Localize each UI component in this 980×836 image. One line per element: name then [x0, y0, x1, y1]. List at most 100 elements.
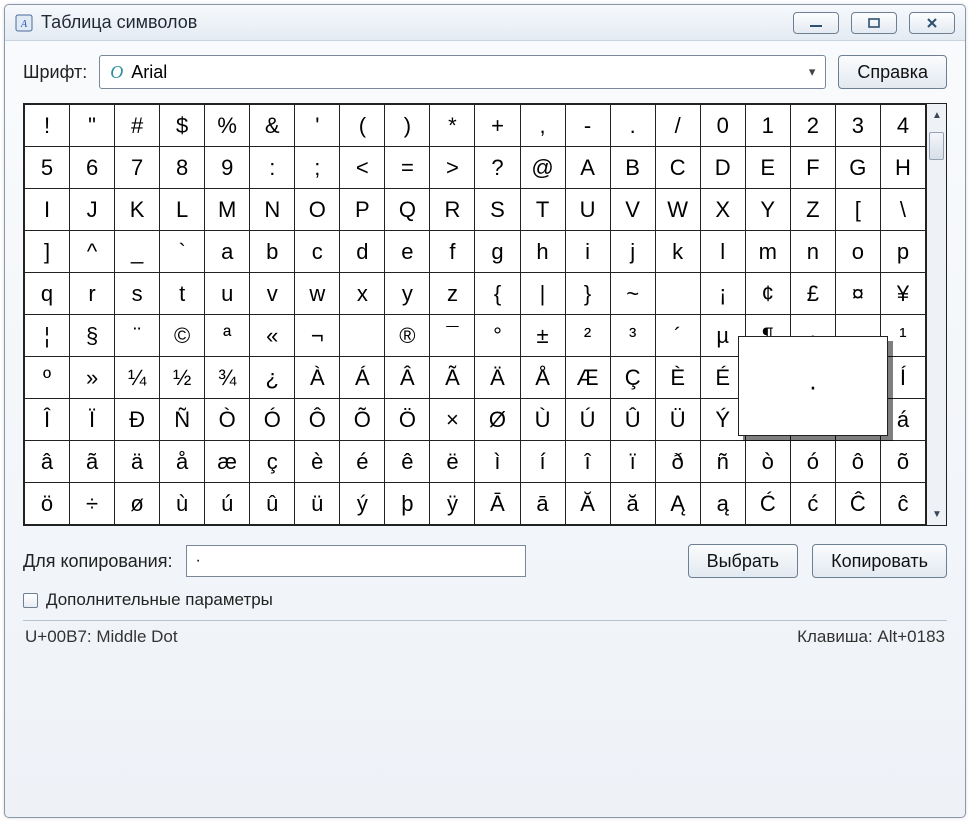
char-cell[interactable]: 5	[25, 147, 70, 189]
char-cell[interactable]: S	[475, 189, 520, 231]
char-cell[interactable]: ^	[70, 231, 115, 273]
char-cell[interactable]: -	[565, 105, 610, 147]
char-cell[interactable]: ý	[340, 483, 385, 525]
char-cell[interactable]: ¥	[880, 273, 925, 315]
char-cell[interactable]: ø	[115, 483, 160, 525]
char-cell[interactable]: P	[340, 189, 385, 231]
char-cell[interactable]: Õ	[340, 399, 385, 441]
char-cell[interactable]: Ā	[475, 483, 520, 525]
char-cell[interactable]: ¦	[25, 315, 70, 357]
char-cell[interactable]: Ð	[115, 399, 160, 441]
char-cell[interactable]: .	[610, 105, 655, 147]
char-cell[interactable]: Q	[385, 189, 430, 231]
char-cell[interactable]: ā	[520, 483, 565, 525]
char-cell[interactable]: X	[700, 189, 745, 231]
char-cell[interactable]: E	[745, 147, 790, 189]
char-cell[interactable]: Ö	[385, 399, 430, 441]
char-cell[interactable]: l	[700, 231, 745, 273]
char-cell[interactable]: s	[115, 273, 160, 315]
char-cell[interactable]: È	[655, 357, 700, 399]
char-cell[interactable]: Ô	[295, 399, 340, 441]
char-cell[interactable]: ×	[430, 399, 475, 441]
char-cell[interactable]: Ä	[475, 357, 520, 399]
char-cell[interactable]: t	[160, 273, 205, 315]
char-cell[interactable]: 9	[205, 147, 250, 189]
char-cell[interactable]: ª	[205, 315, 250, 357]
char-cell[interactable]: j	[610, 231, 655, 273]
char-cell[interactable]: ?	[475, 147, 520, 189]
char-cell[interactable]: ¡	[700, 273, 745, 315]
char-cell[interactable]: i	[565, 231, 610, 273]
copy-input[interactable]	[186, 545, 526, 577]
char-cell[interactable]: d	[340, 231, 385, 273]
char-cell[interactable]: ÿ	[430, 483, 475, 525]
char-cell[interactable]: 2	[790, 105, 835, 147]
char-cell[interactable]: %	[205, 105, 250, 147]
char-cell[interactable]: g	[475, 231, 520, 273]
char-cell[interactable]: V	[610, 189, 655, 231]
char-cell[interactable]: ó	[790, 441, 835, 483]
char-cell[interactable]: Ü	[655, 399, 700, 441]
char-cell[interactable]: )	[385, 105, 430, 147]
help-button[interactable]: Справка	[838, 55, 947, 89]
char-cell[interactable]: æ	[205, 441, 250, 483]
char-cell[interactable]: ;	[295, 147, 340, 189]
char-cell[interactable]: T	[520, 189, 565, 231]
char-cell[interactable]: <	[340, 147, 385, 189]
char-cell[interactable]: Ò	[205, 399, 250, 441]
char-cell[interactable]: Ø	[475, 399, 520, 441]
char-cell[interactable]: +	[475, 105, 520, 147]
char-cell[interactable]: L	[160, 189, 205, 231]
char-cell[interactable]: #	[115, 105, 160, 147]
char-cell[interactable]: Á	[340, 357, 385, 399]
char-cell[interactable]: 8	[160, 147, 205, 189]
char-cell[interactable]: ¯	[430, 315, 475, 357]
char-cell[interactable]: ³	[610, 315, 655, 357]
char-cell[interactable]: @	[520, 147, 565, 189]
char-cell[interactable]: ¢	[745, 273, 790, 315]
char-cell[interactable]: b	[250, 231, 295, 273]
char-cell[interactable]: n	[790, 231, 835, 273]
char-cell[interactable]: â	[25, 441, 70, 483]
char-cell[interactable]: 0	[700, 105, 745, 147]
char-cell[interactable]: è	[295, 441, 340, 483]
char-cell[interactable]: ï	[610, 441, 655, 483]
char-cell[interactable]: º	[25, 357, 70, 399]
char-cell[interactable]: Ą	[655, 483, 700, 525]
char-cell[interactable]: U	[565, 189, 610, 231]
char-cell[interactable]: ç	[250, 441, 295, 483]
char-cell[interactable]: a	[205, 231, 250, 273]
char-cell[interactable]: x	[340, 273, 385, 315]
char-cell[interactable]: ,	[520, 105, 565, 147]
char-cell[interactable]: Ç	[610, 357, 655, 399]
char-cell[interactable]: W	[655, 189, 700, 231]
char-cell[interactable]: 3	[835, 105, 880, 147]
char-cell[interactable]: w	[295, 273, 340, 315]
char-cell[interactable]: ¾	[205, 357, 250, 399]
char-cell[interactable]: v	[250, 273, 295, 315]
char-cell[interactable]: C	[655, 147, 700, 189]
char-cell[interactable]: ú	[205, 483, 250, 525]
char-cell[interactable]: A	[565, 147, 610, 189]
char-cell[interactable]: þ	[385, 483, 430, 525]
char-cell[interactable]: o	[835, 231, 880, 273]
char-cell[interactable]: =	[385, 147, 430, 189]
char-cell[interactable]: `	[160, 231, 205, 273]
char-cell[interactable]: Y	[745, 189, 790, 231]
char-cell[interactable]: _	[115, 231, 160, 273]
char-cell[interactable]: Ã	[430, 357, 475, 399]
char-cell[interactable]: ©	[160, 315, 205, 357]
char-cell[interactable]: c	[295, 231, 340, 273]
char-cell[interactable]: ã	[70, 441, 115, 483]
char-cell[interactable]: M	[205, 189, 250, 231]
char-cell[interactable]: ü	[295, 483, 340, 525]
select-button[interactable]: Выбрать	[688, 544, 799, 578]
char-cell[interactable]: (	[340, 105, 385, 147]
char-cell[interactable]: K	[115, 189, 160, 231]
char-cell[interactable]: ¨	[115, 315, 160, 357]
char-cell[interactable]: u	[205, 273, 250, 315]
char-cell[interactable]: Ĉ	[835, 483, 880, 525]
char-cell[interactable]: ¬	[295, 315, 340, 357]
char-cell[interactable]: q	[25, 273, 70, 315]
advanced-checkbox[interactable]	[23, 593, 38, 608]
